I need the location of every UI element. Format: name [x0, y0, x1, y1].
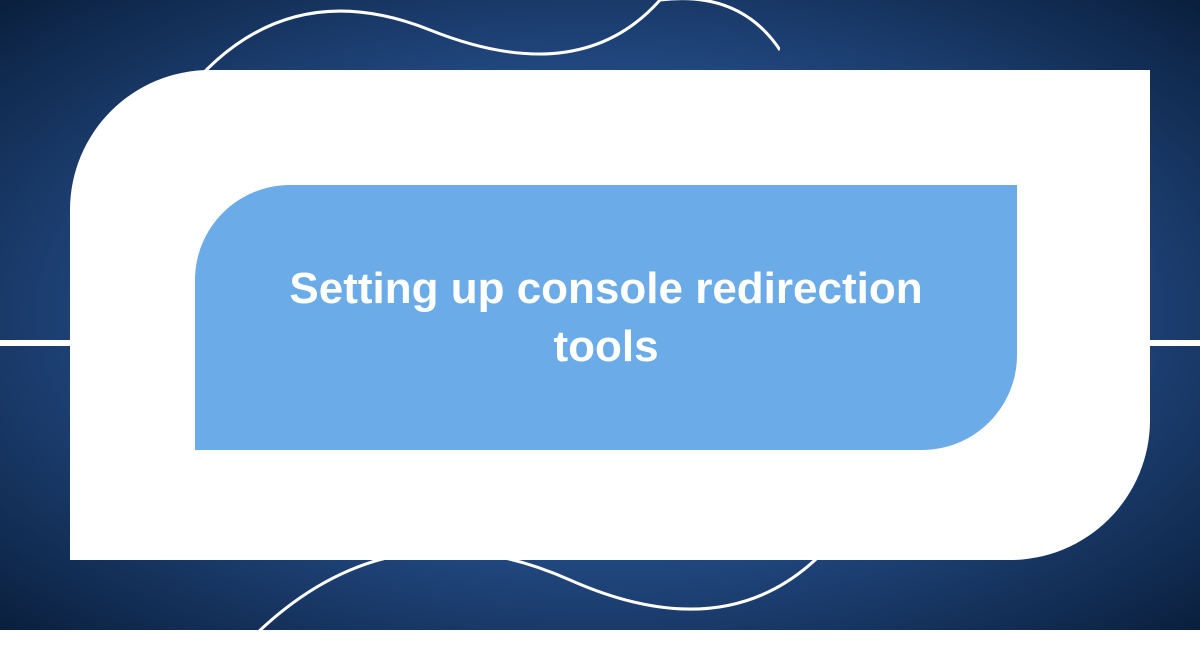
horizontal-line-right	[1150, 340, 1200, 346]
inner-content-shape: Setting up console redirection tools	[195, 185, 1017, 450]
page-title: Setting up console redirection tools	[255, 260, 957, 374]
horizontal-line-left	[0, 340, 70, 346]
